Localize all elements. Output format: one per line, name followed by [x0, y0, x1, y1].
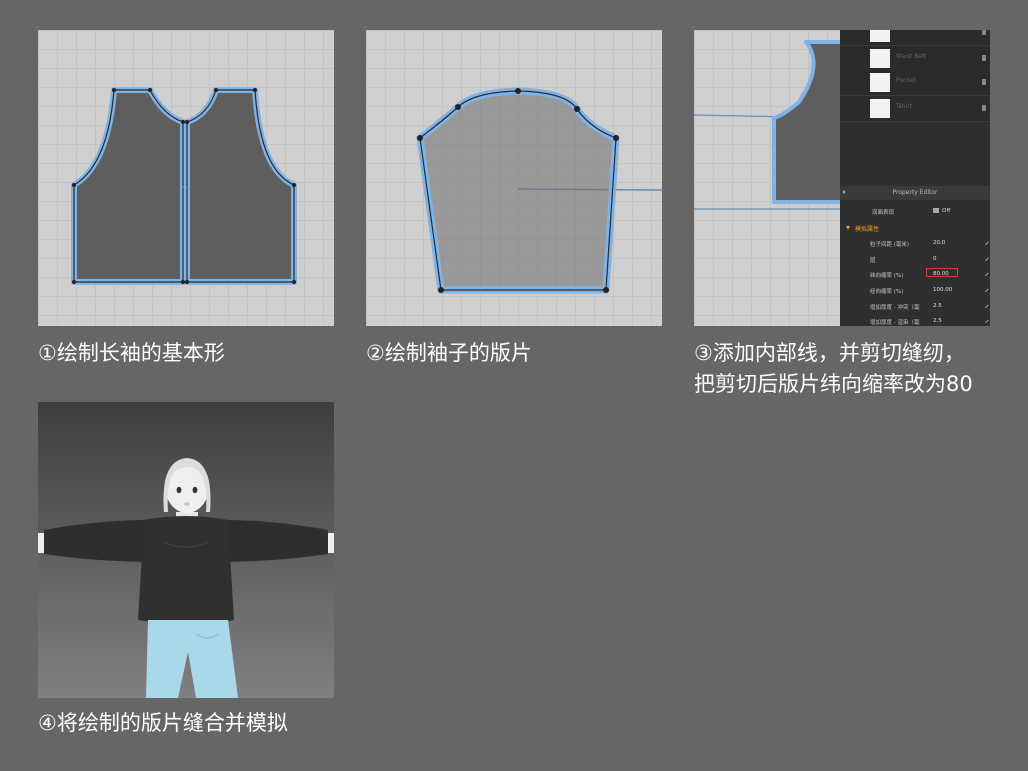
- section-arrow-icon[interactable]: [846, 226, 850, 230]
- weft-shrinkage-value[interactable]: 80.00: [933, 271, 949, 277]
- panel-step3-property-editor: Waist Belt Pocket Tshirt Property Editor…: [694, 30, 990, 326]
- caption-step3-line2: 把剪切后版片纬向缩率改为80: [694, 372, 973, 396]
- section-title: 模拟属性: [855, 226, 880, 233]
- prop-label: 增加厚度 - 冲突（毫: [870, 305, 920, 311]
- edit-pencil-icon[interactable]: [982, 254, 989, 262]
- list-item[interactable]: [840, 30, 990, 46]
- edit-pencil-icon[interactable]: [982, 301, 989, 309]
- lock-icon[interactable]: [982, 30, 986, 35]
- caption-step1: ①绘制长袖的基本形: [38, 338, 225, 369]
- caption-step3: ③添加内部线，并剪切缝纫， 把剪切后版片纬向缩率改为80: [694, 338, 973, 400]
- list-item[interactable]: Pocket: [840, 70, 990, 96]
- collapse-arrow-icon[interactable]: [843, 190, 846, 194]
- prop-value[interactable]: 2.5: [933, 303, 942, 309]
- property-editor-title: Property Editor: [892, 189, 938, 196]
- front-right-piece: [184, 87, 297, 285]
- list-item-label: Tshirt: [896, 103, 913, 110]
- edit-pencil-icon[interactable]: [982, 269, 989, 277]
- prop-value[interactable]: 0: [933, 256, 937, 262]
- prop-value[interactable]: 100.00: [933, 287, 952, 293]
- avatar-render: [38, 458, 334, 698]
- cut-sleeve-piece: [772, 40, 844, 204]
- swatch-icon: [870, 49, 890, 68]
- caption-step3-line1: ③添加内部线，并剪切缝纫，: [694, 341, 965, 365]
- lock-icon[interactable]: [982, 105, 986, 111]
- display-toggle[interactable]: [933, 208, 939, 213]
- caption-step2-text: ②绘制袖子的版片: [366, 341, 532, 365]
- list-item[interactable]: Tshirt: [840, 96, 990, 122]
- swatch-icon: [870, 30, 890, 42]
- body-pattern-canvas: [71, 87, 297, 285]
- caption-step4-text: ④将绘制的版片缝合并模拟: [38, 711, 288, 735]
- panel-step1-body-pattern: [38, 30, 334, 326]
- panel-step4-simulation: [38, 402, 334, 698]
- edit-pencil-icon[interactable]: [982, 238, 989, 246]
- front-left-piece: [71, 87, 186, 285]
- swatch-icon: [870, 99, 890, 118]
- cut-pattern-canvas: [694, 40, 844, 210]
- list-item-label: Waist Belt: [896, 53, 927, 60]
- prop-label: 纬向缩率 (%): [870, 273, 904, 279]
- jeans: [146, 620, 238, 698]
- property-editor: Waist Belt Pocket Tshirt Property Editor…: [840, 30, 990, 326]
- prop-label: 增加厚度 - 渲染（毫: [870, 320, 920, 326]
- edit-pencil-icon[interactable]: [982, 285, 989, 293]
- panel-step2-sleeve-pattern: [366, 30, 662, 326]
- display-label: 双面表现: [872, 210, 895, 216]
- swatch-icon: [870, 73, 890, 92]
- prop-label: 层: [870, 258, 876, 264]
- prop-value[interactable]: 2.5: [933, 318, 942, 324]
- list-item-label: Pocket: [896, 77, 916, 84]
- edit-pencil-icon[interactable]: [982, 316, 989, 324]
- caption-step2: ②绘制袖子的版片: [366, 338, 532, 369]
- caption-step4: ④将绘制的版片缝合并模拟: [38, 708, 288, 739]
- sweater: [138, 516, 234, 624]
- sleeve-pattern-canvas: [416, 87, 662, 294]
- list-item[interactable]: Waist Belt: [840, 46, 990, 72]
- property-editor-header: Property Editor: [840, 186, 990, 200]
- caption-step1-text: ①绘制长袖的基本形: [38, 341, 225, 365]
- prop-value[interactable]: 20.0: [933, 240, 945, 246]
- prop-label: 粒子间距 (毫米): [870, 242, 910, 248]
- prop-label: 经向缩率 (%): [870, 289, 904, 295]
- display-value: Off: [942, 208, 951, 214]
- lock-icon[interactable]: [982, 55, 986, 61]
- lock-icon[interactable]: [982, 79, 986, 85]
